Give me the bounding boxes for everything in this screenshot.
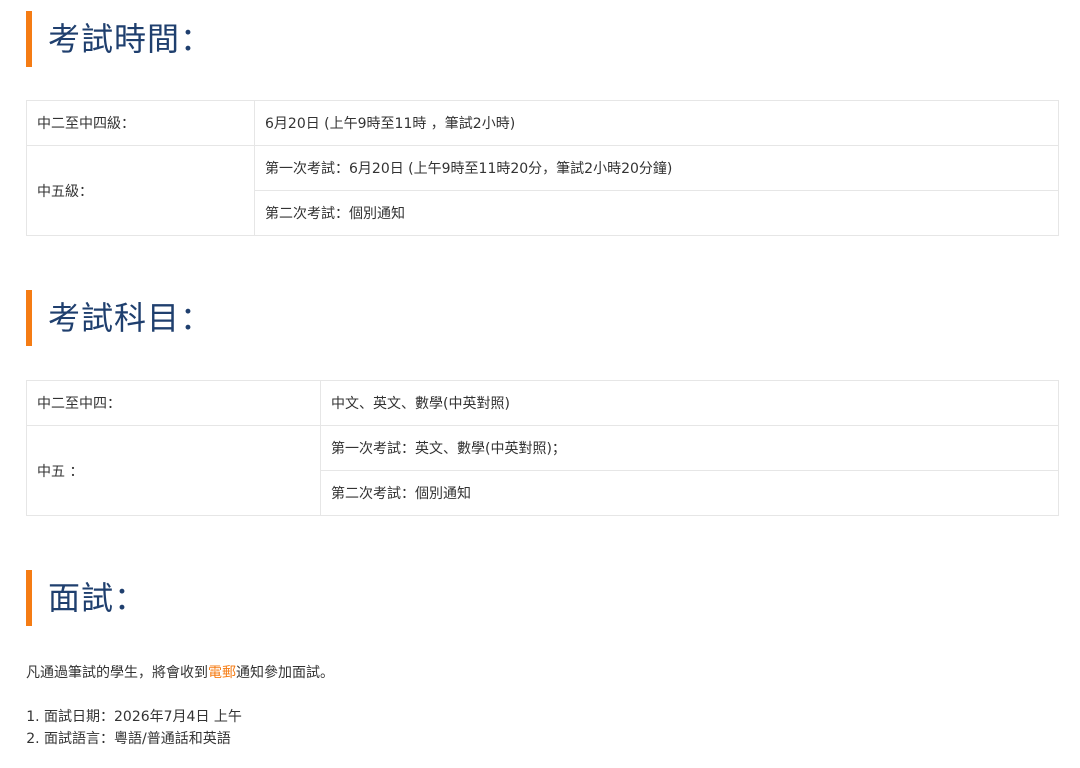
row-value: 第二次考試：個別通知: [320, 470, 1059, 516]
row-label: 中五級：: [26, 145, 255, 236]
row-value: 6月20日 (上午9時至11時 ，筆試2小時): [254, 100, 1059, 146]
table-row: 中五級： 第一次考試：6月20日 (上午9時至11時20分，筆試2小時20分鐘): [26, 145, 1059, 236]
interview-intro: 凡通過筆試的學生，將會收到電郵通知參加面試。: [26, 662, 334, 682]
row-label: 中二至中四：: [26, 380, 321, 426]
row-value: 第一次考試：6月20日 (上午9時至11時20分，筆試2小時20分鐘): [254, 145, 1059, 191]
row-label: 中二至中四級：: [26, 100, 255, 146]
interview-details-list: 面試日期：2026年7月4日 上午 面試語言：粵語/普通話和英語: [20, 706, 242, 750]
intro-email-highlight: 電郵: [208, 665, 236, 681]
intro-text-before: 凡通過筆試的學生，將會收到: [26, 665, 208, 681]
table-row: 中二至中四： 中文、英文、數學(中英對照): [26, 380, 1059, 426]
heading-accent-bar: [26, 570, 32, 626]
heading-accent-bar: [26, 290, 32, 346]
interview-title: 面試：: [48, 579, 148, 617]
exam-subjects-title: 考試科目：: [48, 299, 214, 337]
row-value: 中文、英文、數學(中英對照): [320, 380, 1059, 426]
exam-time-heading: 考試時間：: [26, 11, 213, 67]
interview-heading: 面試：: [26, 570, 147, 626]
table-row: 中二至中四級： 6月20日 (上午9時至11時 ，筆試2小時): [26, 100, 1059, 146]
intro-text-after: 通知參加面試。: [236, 665, 334, 681]
heading-accent-bar: [26, 11, 32, 67]
exam-subjects-table: 中二至中四： 中文、英文、數學(中英對照) 中五 ： 第一次考試：英文、數學(中…: [26, 380, 1059, 516]
table-row: 中五 ： 第一次考試：英文、數學(中英對照)；: [26, 425, 1059, 516]
row-value: 第二次考試：個別通知: [254, 190, 1059, 236]
list-item: 面試日期：2026年7月4日 上午: [44, 706, 242, 728]
row-value: 第一次考試：英文、數學(中英對照)；: [320, 425, 1059, 471]
list-item: 面試語言：粵語/普通話和英語: [44, 728, 242, 750]
exam-subjects-heading: 考試科目：: [26, 290, 213, 346]
row-label: 中五 ：: [26, 425, 321, 516]
exam-time-title: 考試時間：: [48, 20, 214, 58]
exam-time-table: 中二至中四級： 6月20日 (上午9時至11時 ，筆試2小時) 中五級： 第一次…: [26, 100, 1059, 236]
